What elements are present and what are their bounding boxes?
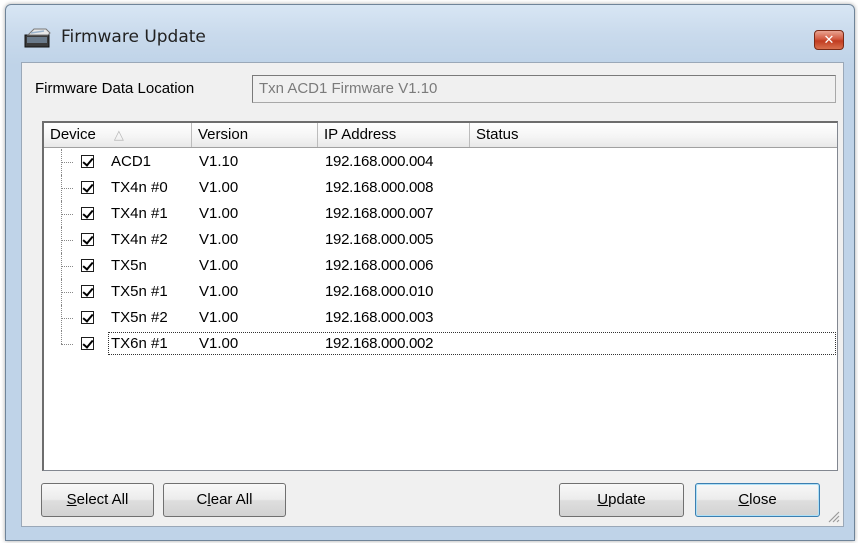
button-mnemonic: U (597, 491, 609, 508)
column-header-ip-address[interactable]: IP Address (318, 123, 470, 147)
column-header-status[interactable]: Status (470, 123, 838, 147)
firmware-location-field[interactable]: Txn ACD1 Firmware V1.10 (252, 75, 836, 103)
dialog-client-area: Firmware Data Location Txn ACD1 Firmware… (21, 62, 844, 527)
device-checkbox[interactable] (81, 181, 94, 194)
firmware-update-window: Firmware Update ✕ Firmware Data Location… (5, 4, 855, 541)
table-row[interactable]: TX4n #1 V1.00 192.168.000.007 (44, 201, 837, 227)
title-bar[interactable]: Firmware Update ✕ (6, 5, 854, 61)
device-ip: 192.168.000.005 (325, 231, 434, 248)
table-row[interactable]: ACD1 V1.10 192.168.000.004 (44, 149, 837, 175)
button-label-part: C (196, 491, 208, 508)
button-label-part: ear All (210, 491, 253, 508)
table-row[interactable]: TX5n #1 V1.00 192.168.000.010 (44, 279, 837, 305)
device-version: V1.10 (199, 153, 239, 170)
sort-ascending-icon: △ (113, 127, 124, 142)
table-row-selected[interactable]: TX6n #1 V1.00 192.168.000.002 (44, 331, 837, 357)
column-label-version: Version (198, 126, 249, 143)
tree-connector (61, 253, 81, 279)
button-label-part: elect All (76, 491, 129, 508)
button-mnemonic: S (66, 491, 77, 508)
button-mnemonic: C (738, 491, 750, 508)
tree-connector (61, 149, 81, 175)
resize-grip-icon[interactable] (826, 509, 840, 523)
device-ip: 192.168.000.008 (325, 179, 434, 196)
device-ip: 192.168.000.006 (325, 257, 434, 274)
device-name: TX4n #2 (111, 231, 168, 248)
column-label-ip-address: IP Address (324, 126, 397, 143)
device-ip: 192.168.000.007 (325, 205, 434, 222)
device-checkbox[interactable] (81, 311, 94, 324)
firmware-app-icon (24, 28, 51, 48)
clear-all-button[interactable]: Clear All (163, 483, 286, 517)
device-ip: 192.168.000.010 (325, 283, 434, 300)
close-window-button[interactable]: ✕ (814, 30, 844, 50)
device-list[interactable]: Device △ Version IP Address Status ACD1 V… (42, 121, 838, 471)
device-version: V1.00 (199, 309, 239, 326)
device-checkbox[interactable] (81, 285, 94, 298)
column-header-device[interactable]: Device △ (44, 123, 192, 147)
button-label-part: lose (749, 491, 777, 508)
list-header: Device △ Version IP Address Status (44, 123, 837, 148)
device-name: TX5n (111, 257, 147, 274)
table-row[interactable]: TX4n #2 V1.00 192.168.000.005 (44, 227, 837, 253)
tree-connector (61, 279, 81, 305)
tree-connector (61, 305, 81, 331)
device-checkbox[interactable] (81, 155, 94, 168)
table-row[interactable]: TX4n #0 V1.00 192.168.000.008 (44, 175, 837, 201)
device-version: V1.00 (199, 335, 239, 352)
device-name: TX6n #1 (111, 335, 168, 352)
device-name: TX5n #2 (111, 309, 168, 326)
device-version: V1.00 (199, 283, 239, 300)
device-checkbox[interactable] (81, 337, 94, 350)
column-label-status: Status (476, 126, 519, 143)
table-row[interactable]: TX5n #2 V1.00 192.168.000.003 (44, 305, 837, 331)
table-row[interactable]: TX5n V1.00 192.168.000.006 (44, 253, 837, 279)
device-name: ACD1 (111, 153, 152, 170)
device-version: V1.00 (199, 257, 239, 274)
button-label-part: pdate (608, 491, 646, 508)
tree-connector (61, 201, 81, 227)
device-name: TX4n #0 (111, 179, 168, 196)
device-checkbox[interactable] (81, 207, 94, 220)
tree-connector (61, 175, 81, 201)
column-header-version[interactable]: Version (192, 123, 318, 147)
device-name: TX5n #1 (111, 283, 168, 300)
select-all-button[interactable]: Select All (41, 483, 154, 517)
close-icon: ✕ (823, 32, 835, 47)
device-version: V1.00 (199, 205, 239, 222)
device-name: TX4n #1 (111, 205, 168, 222)
device-version: V1.00 (199, 179, 239, 196)
device-ip: 192.168.000.002 (325, 335, 434, 352)
device-checkbox[interactable] (81, 259, 94, 272)
device-ip: 192.168.000.004 (325, 153, 434, 170)
device-ip: 192.168.000.003 (325, 309, 434, 326)
device-version: V1.00 (199, 231, 239, 248)
close-button[interactable]: Close (695, 483, 820, 517)
column-label-device: Device (50, 126, 96, 143)
tree-connector (61, 331, 81, 357)
window-title: Firmware Update (61, 27, 206, 47)
device-checkbox[interactable] (81, 233, 94, 246)
firmware-location-label: Firmware Data Location (35, 80, 195, 97)
tree-connector (61, 227, 81, 253)
list-rows: ACD1 V1.10 192.168.000.004 TX4n #0 V1.00… (44, 149, 837, 357)
update-button[interactable]: Update (559, 483, 684, 517)
